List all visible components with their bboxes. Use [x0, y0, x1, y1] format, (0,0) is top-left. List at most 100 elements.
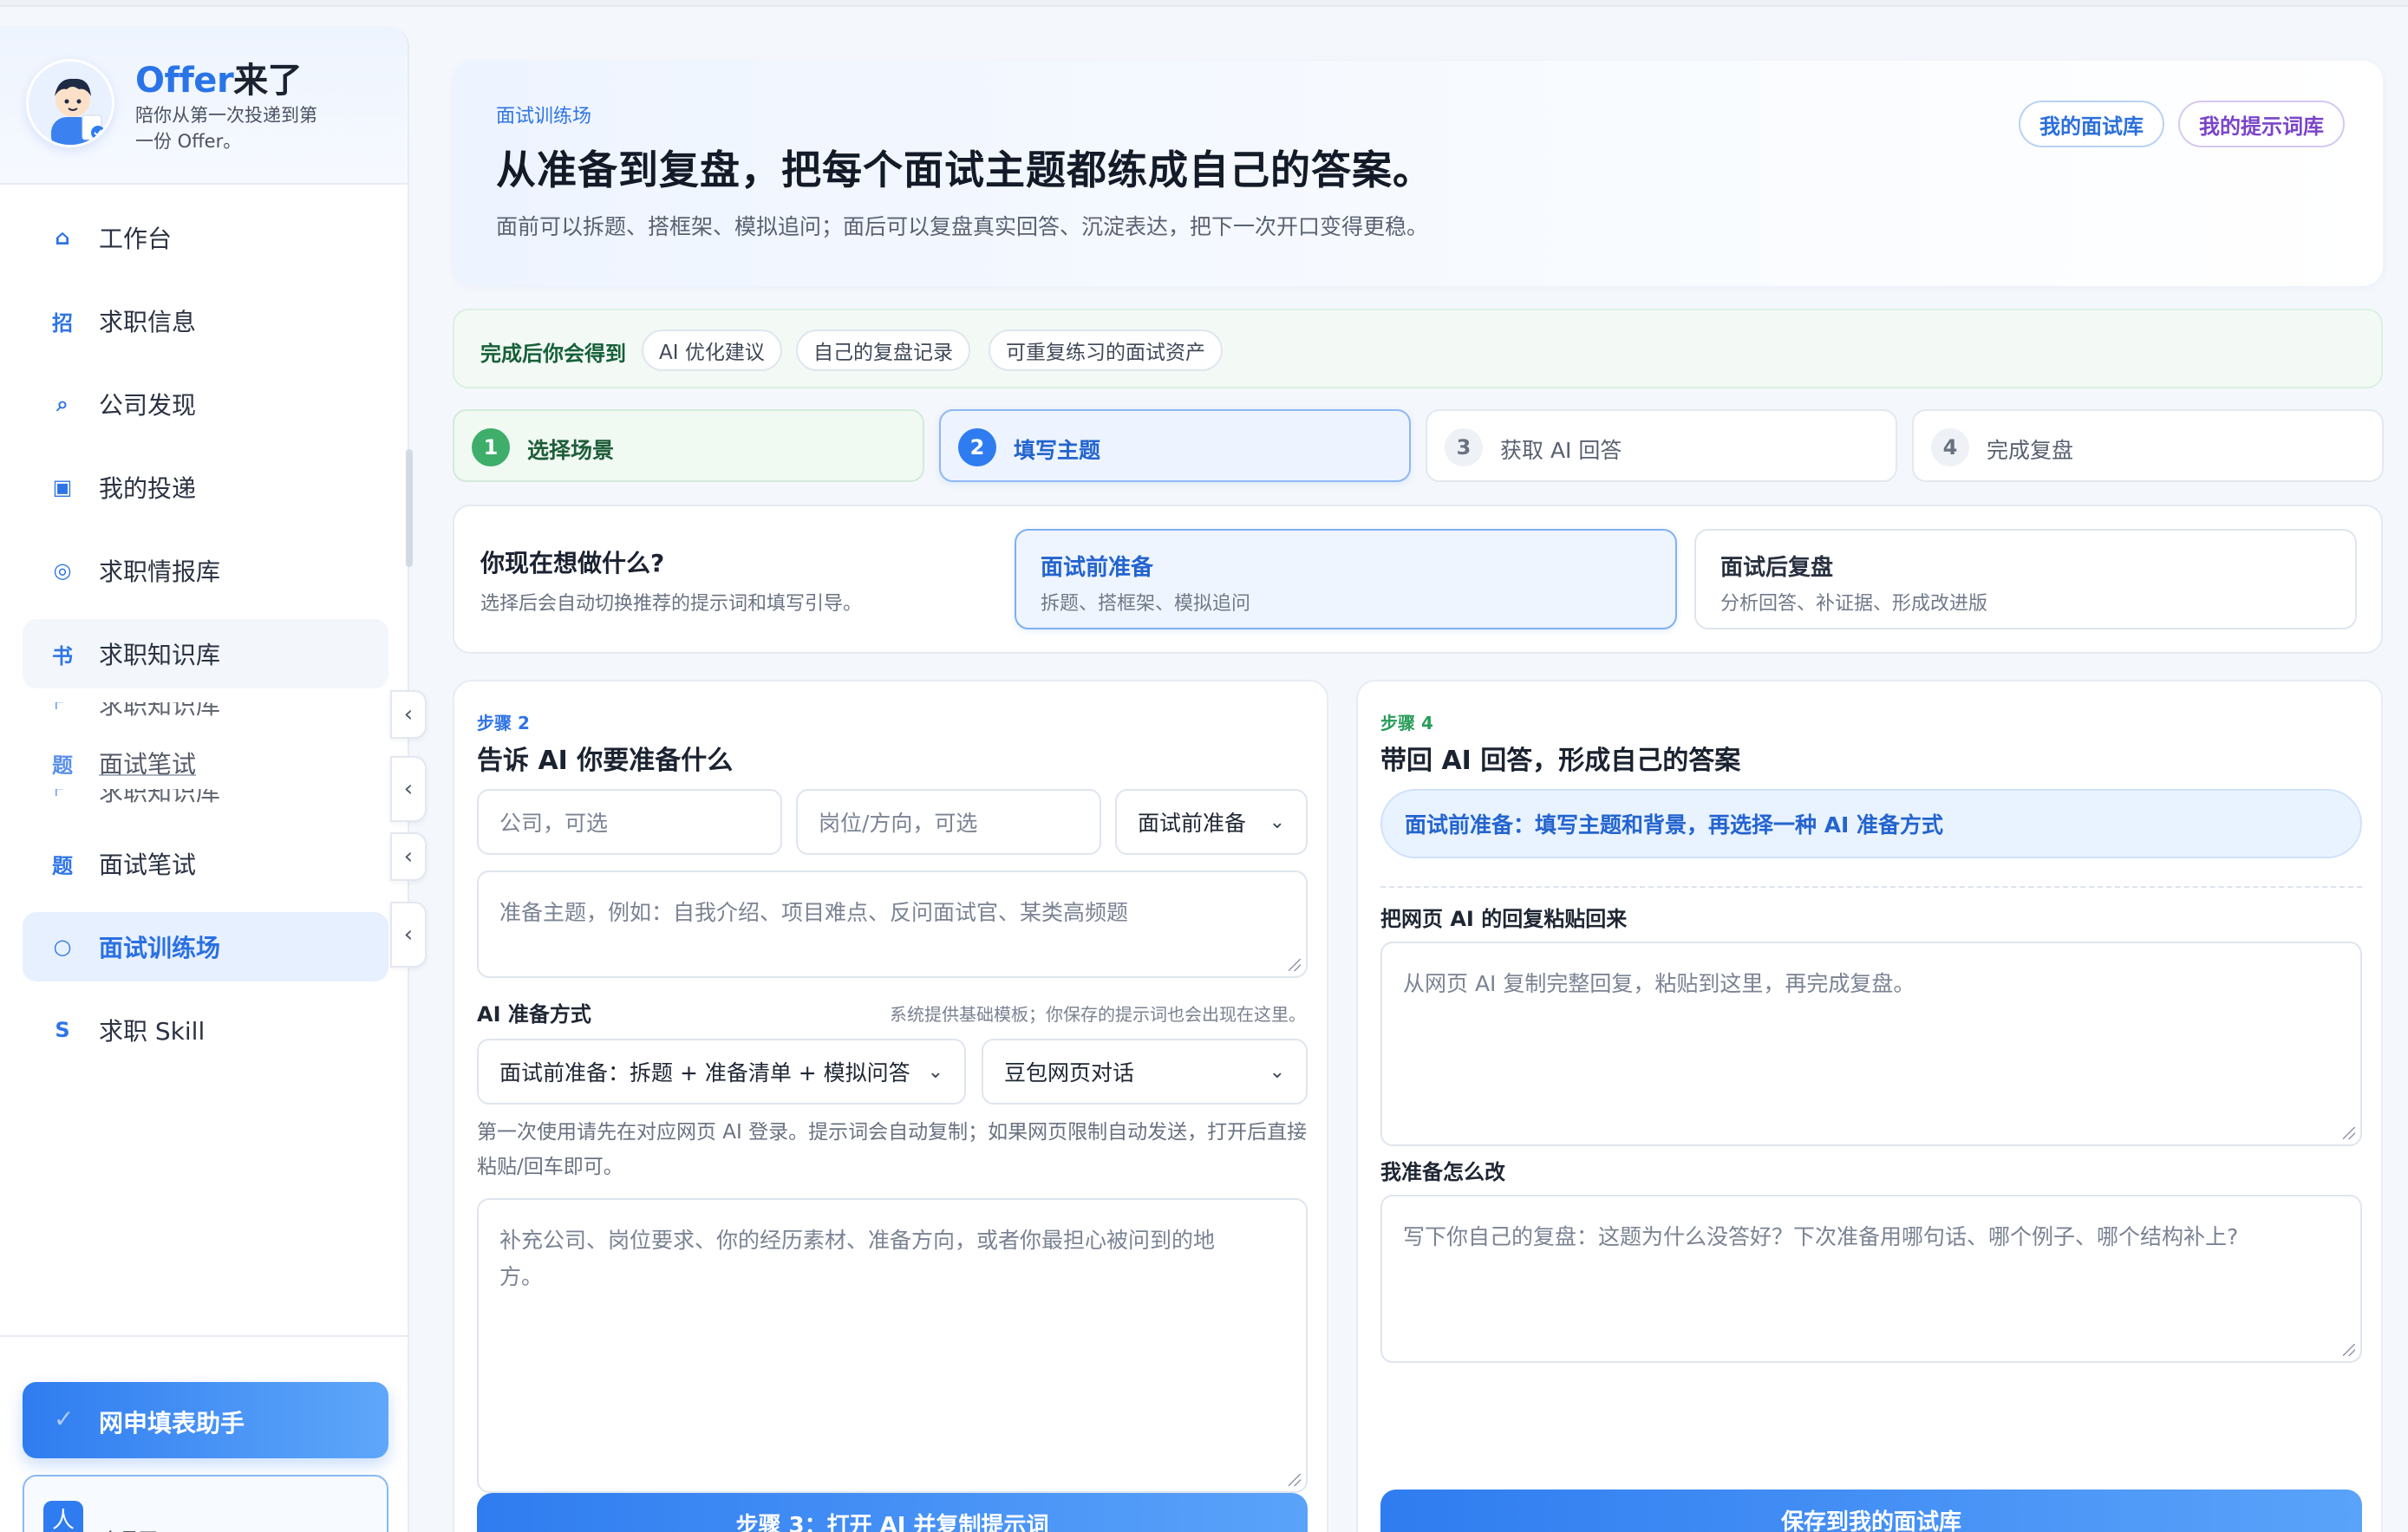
hero-description: 面前可以拆题、搭框架、模拟追问；面后可以复盘真实回答、沉淀表达，把下一次开口变得… — [496, 214, 1429, 239]
circle-icon: ○ — [53, 935, 72, 959]
sidebar-item-label: 公司发现 — [99, 391, 197, 420]
sidebar-item-label: 工作台 — [99, 225, 173, 253]
sidebar-item-label: 面试训练场 — [99, 934, 221, 962]
sidebar-item-interview-training[interactable]: ○ 面试训练场 — [23, 912, 388, 981]
ai-reply-textarea[interactable]: 从网页 AI 复制完整回复，粘贴到这里，再完成复盘。 — [1380, 942, 2362, 1146]
application-helper-label: 网申填表助手 — [99, 1409, 245, 1437]
mode-option-title: 面试后复盘 — [1720, 555, 1834, 581]
step-number: 4 — [1931, 428, 1969, 466]
step-number: 2 — [958, 428, 996, 466]
step-label: 获取 AI 回答 — [1500, 438, 1622, 463]
resize-handle-icon[interactable] — [2343, 1344, 2355, 1356]
scene-select[interactable]: 面试前准备 ⌄ — [1115, 789, 1308, 855]
benefit-chip: 可重复练习的面试资产 — [989, 329, 1223, 371]
skill-icon: S — [55, 1018, 70, 1042]
review-panel: 步骤 4 带回 AI 回答，形成自己的答案 面试前准备：填写主题和背景，再选择一… — [1356, 680, 2383, 1532]
benefits-bar: 完成后你会得到 AI 优化建议 自己的复盘记录 可重复练习的面试资产 — [453, 309, 2383, 388]
mode-option-sub: 拆题、搭框架、模拟追问 — [1041, 593, 1251, 615]
hero-kicker: 面试训练场 — [496, 106, 592, 127]
position-input[interactable]: 岗位/方向，可选 — [796, 789, 1101, 855]
resize-handle-icon[interactable] — [2343, 1127, 2355, 1139]
resize-handle-icon[interactable] — [1289, 959, 1301, 971]
benefit-chip: AI 优化建议 — [642, 329, 782, 371]
ghost-icon: ⊦ — [54, 789, 65, 801]
brand-tagline: 陪你从第一次投递到第一份 Offer。 — [135, 105, 317, 152]
ai-provider-select[interactable]: 豆包网页对话 ⌄ — [982, 1039, 1308, 1105]
benefits-heading: 完成后你会得到 — [480, 342, 626, 366]
save-to-library-button[interactable]: 保存到我的面试库 — [1380, 1490, 2362, 1532]
sidebar-scrollbar[interactable] — [406, 449, 413, 567]
open-ai-copy-prompt-button[interactable]: 步骤 3：打开 AI 并复制提示词 — [477, 1493, 1308, 1532]
resize-handle-icon[interactable] — [1289, 1474, 1301, 1486]
target-icon: ◎ — [53, 558, 72, 583]
context-placeholder: 补充公司、岗位要求、你的经历素材、准备方向，或者你最担心被问到的地方。 — [499, 1228, 1216, 1289]
sidebar-item-label: 求职信息 — [99, 308, 197, 336]
prepare-panel: 步骤 2 告诉 AI 你要准备什么 公司，可选 岗位/方向，可选 面试前准备 ⌄… — [453, 680, 1328, 1532]
mascot-avatar — [26, 59, 114, 147]
step-select-scene[interactable]: 1 选择场景 — [453, 409, 924, 482]
ghost-label: 求职知识库 — [99, 789, 221, 806]
sidebar-item-knowledge-base[interactable]: 书 求职知识库 — [23, 619, 388, 688]
step-label: 选择场景 — [527, 438, 615, 463]
collapse-icon[interactable]: ‹ — [390, 832, 427, 881]
check-icon: ✓ — [54, 1405, 75, 1433]
context-textarea[interactable]: 补充公司、岗位要求、你的经历素材、准备方向，或者你最担心被问到的地方。 — [477, 1198, 1308, 1493]
step-get-ai-answer[interactable]: 3 获取 AI 回答 — [1426, 409, 1897, 482]
mode-option-post-interview[interactable]: 面试后复盘 分析回答、补证据、形成改进版 — [1694, 529, 2357, 629]
mode-question: 你现在想做什么? — [480, 549, 665, 577]
section-divider — [1380, 886, 2362, 888]
method-select[interactable]: 面试前准备：拆题 + 准备清单 + 模拟问答 ⌄ — [477, 1039, 966, 1105]
sidebar-nav: ⌂ 工作台 招 求职信息 ⌕ 公司发现 ▣ 我的投递 ◎ 求职情报库 书 求职知… — [23, 203, 388, 1079]
step-complete-review[interactable]: 4 完成复盘 — [1912, 409, 2384, 482]
sidebar-item-intel-library[interactable]: ◎ 求职情报库 — [23, 536, 388, 605]
usage-help-text: 第一次使用请先在对应网页 AI 登录。提示词会自动复制；如果网页限制自动发送，打… — [477, 1121, 1308, 1178]
sidebar-item-skill[interactable]: S 求职 Skill — [23, 995, 388, 1065]
company-input[interactable]: 公司，可选 — [477, 789, 782, 855]
ghost-label: 求职知识库 — [99, 702, 221, 720]
improvement-placeholder: 写下你自己的复盘：这题为什么没答好？下次准备用哪句话、哪个例子、哪个结构补上? — [1403, 1224, 2239, 1249]
exam-icon: 题 — [52, 853, 73, 878]
step-fill-topic[interactable]: 2 填写主题 — [939, 409, 1411, 482]
member-badge-icon: 人 — [43, 1501, 83, 1532]
chevron-down-icon: ⌄ — [1269, 811, 1285, 833]
mode-selector: 你现在想做什么? 选择后会自动切换推荐的提示词和填写引导。 面试前准备 拆题、搭… — [453, 505, 2383, 654]
step-tag: 步骤 2 — [477, 713, 530, 733]
ai-reply-placeholder: 从网页 AI 复制完整回复，粘贴到这里，再完成复盘。 — [1403, 971, 1915, 996]
improve-label: 我准备怎么改 — [1380, 1160, 1505, 1184]
sidebar-item-my-applications[interactable]: ▣ 我的投递 — [23, 453, 388, 522]
chevron-down-icon: ⌄ — [1269, 1060, 1285, 1083]
paste-label: 把网页 AI 的回复粘贴回来 — [1380, 907, 1628, 931]
collapse-icon[interactable]: ‹ — [390, 690, 427, 739]
application-helper-button[interactable]: ✓ 网申填表助手 — [23, 1382, 388, 1458]
membership-expiry: 会员至 2027/11/01 — [101, 1525, 274, 1532]
panel-title: 带回 AI 回答，形成自己的答案 — [1380, 746, 1741, 776]
collapse-sidebar-button[interactable]: ‹ — [390, 902, 427, 968]
sidebar-item-interview-notes[interactable]: 题 面试笔试 — [23, 829, 388, 898]
improvement-textarea[interactable]: 写下你自己的复盘：这题为什么没答好？下次准备用哪句话、哪个例子、哪个结构补上? — [1380, 1195, 2362, 1363]
step-label: 完成复盘 — [1987, 438, 2074, 463]
collapse-icon[interactable]: ‹ — [390, 756, 427, 822]
ghost-icon: 题 — [52, 753, 73, 778]
brand-header: Offer来了 陪你从第一次投递到第一份 Offer。 — [0, 26, 408, 185]
sidebar-item-label: 求职 Skill — [99, 1017, 206, 1046]
window-top-edge — [0, 0, 2408, 7]
my-interview-library-button[interactable]: 我的面试库 — [2019, 101, 2164, 147]
my-prompt-library-button[interactable]: 我的提示词库 — [2178, 101, 2345, 147]
method-hint: 系统提供基础模板；你保存的提示词也会出现在这里。 — [890, 1004, 1306, 1025]
page-title: 从准备到复盘，把每个面试主题都练成自己的答案。 — [496, 147, 1433, 193]
ghost-label: 面试笔试 — [99, 750, 197, 779]
mode-option-pre-interview[interactable]: 面试前准备 拆题、搭框架、模拟追问 — [1015, 529, 1677, 629]
drag-ghost-item: 题 面试笔试 — [23, 737, 388, 789]
method-label: AI 准备方式 — [477, 1002, 591, 1027]
guide-banner: 面试前准备：填写主题和背景，再选择一种 AI 准备方式 — [1380, 789, 2362, 858]
sidebar-item-company-discovery[interactable]: ⌕ 公司发现 — [23, 369, 388, 439]
sidebar-item-job-info[interactable]: 招 求职信息 — [23, 286, 388, 355]
mode-option-sub: 分析回答、补证据、形成改进版 — [1720, 593, 1988, 615]
ai-provider-value: 豆包网页对话 — [1004, 1060, 1135, 1085]
scene-select-value: 面试前准备 — [1138, 811, 1247, 836]
topic-textarea[interactable]: 准备主题，例如：自我介绍、项目难点、反问面试官、某类高频题 — [477, 870, 1308, 978]
sidebar-item-label: 面试笔试 — [99, 851, 197, 879]
sidebar-item-dashboard[interactable]: ⌂ 工作台 — [23, 203, 388, 272]
drag-ghost-item: ⊦ 求职知识库 — [23, 702, 388, 737]
membership-card[interactable]: 人 会员至 2027/11/01 — [23, 1475, 388, 1532]
